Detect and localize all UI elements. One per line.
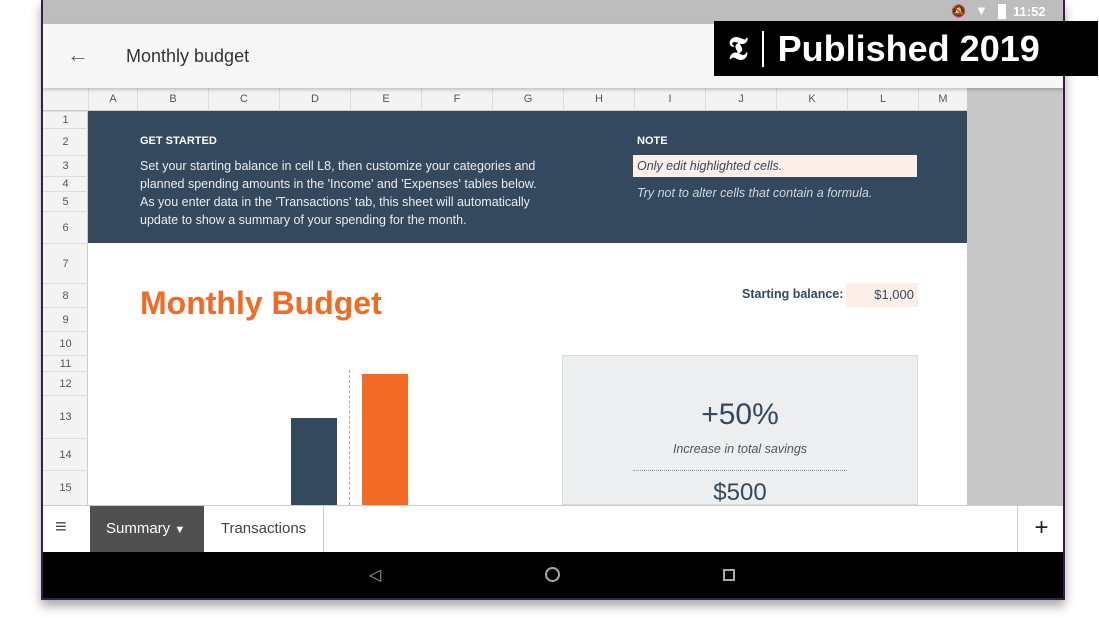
row-header[interactable]: 2 (43, 128, 88, 155)
row-header[interactable]: 1 (43, 111, 88, 128)
home-circle-icon[interactable] (545, 567, 560, 582)
note-text: Try not to alter cells that contain a fo… (637, 186, 873, 200)
row-header[interactable]: 13 (43, 395, 88, 438)
text-line: Set your starting balance in cell L8, th… (140, 159, 536, 173)
battery-icon (998, 4, 1006, 19)
notifications-off-icon: 🔕 (951, 4, 966, 18)
row-header[interactable]: 8 (43, 283, 88, 307)
note-heading: NOTE (637, 135, 668, 147)
get-started-text: Set your starting balance in cell L8, th… (140, 157, 537, 229)
wifi-icon: ▼ (975, 3, 988, 18)
summary-title: Monthly Budget (140, 285, 382, 321)
note-highlight-cell[interactable]: Only edit highlighted cells. (633, 155, 917, 177)
column-header[interactable]: F (421, 88, 492, 111)
row-header[interactable]: 11 (43, 355, 88, 371)
chart-bar (362, 374, 408, 505)
column-header[interactable]: K (776, 88, 847, 111)
column-header[interactable]: L (847, 88, 918, 111)
column-header[interactable]: I (634, 88, 705, 111)
recents-square-icon[interactable] (723, 569, 735, 581)
row-header[interactable]: 3 (43, 155, 88, 176)
divider (761, 30, 764, 67)
sheet-tab-bar: ≡ Summary ▼ Transactions + (43, 505, 1063, 552)
savings-card: +50% Increase in total savings $500 (562, 355, 918, 505)
row-header[interactable]: 10 (43, 331, 88, 355)
info-banner: GET STARTED Set your starting balance in… (88, 111, 967, 243)
tab-label: Summary (106, 520, 171, 537)
column-header[interactable]: D (279, 88, 350, 111)
starting-balance-input[interactable]: $1,000 (846, 283, 918, 307)
document-title: Monthly budget (126, 46, 250, 66)
list-icon[interactable]: ≡ (55, 516, 67, 539)
arrow-left-icon[interactable]: ← (67, 42, 89, 68)
badge-text: Published 2019 (777, 27, 1040, 69)
row-header[interactable]: 14 (43, 438, 88, 470)
column-header[interactable]: H (563, 88, 634, 111)
published-badge: 𝕿 Published 2019 (714, 21, 1098, 76)
text-line: planned spending amounts in the 'Income'… (140, 177, 537, 191)
row-header[interactable]: 15 (43, 470, 88, 505)
nyt-logo: 𝕿 (728, 29, 748, 67)
column-header[interactable]: A (88, 88, 137, 111)
stat2-value: $500 (713, 479, 767, 505)
plus-icon[interactable]: + (1017, 506, 1063, 552)
sheet-grid[interactable]: GET STARTED Set your starting balance in… (88, 111, 967, 505)
column-header[interactable]: M (918, 88, 967, 111)
stat-value: +50% (701, 398, 779, 431)
column-header[interactable]: G (492, 88, 563, 111)
chart-divider (349, 370, 350, 505)
tab-transactions[interactable]: Transactions (204, 506, 324, 552)
card-divider (633, 470, 847, 471)
column-header[interactable]: E (350, 88, 421, 111)
tablet-screen: 🔕 ▼ 11:52 ← Monthly budget ABCDEFGHIJKLM… (41, 0, 1065, 600)
caret-down-icon[interactable]: ▼ (174, 524, 185, 536)
column-headers: ABCDEFGHIJKLM (43, 88, 967, 111)
stat-label: Increase in total savings (672, 442, 808, 456)
row-header[interactable]: 7 (43, 243, 88, 283)
tab-summary[interactable]: Summary ▼ (90, 506, 204, 552)
row-header[interactable]: 6 (43, 211, 88, 243)
back-triangle-icon[interactable]: ◁ (369, 565, 381, 585)
row-header[interactable]: 9 (43, 307, 88, 331)
clock: 11:52 (1013, 4, 1046, 19)
navigation-bar: ◁ (43, 552, 1063, 598)
get-started-heading: GET STARTED (140, 135, 217, 147)
row-headers: 1 2 3 4 5 6 7 8 9 10 11 12 13 14 15 (43, 111, 88, 505)
sheet-margin (967, 88, 1063, 505)
text-line: update to show a summary of your spendin… (140, 213, 467, 227)
column-header[interactable]: B (137, 88, 208, 111)
column-header[interactable]: J (705, 88, 776, 111)
row-header[interactable]: 12 (43, 371, 88, 395)
row-header[interactable]: 5 (43, 191, 88, 211)
chart-bar (291, 417, 337, 505)
text-line: As you enter data in the 'Transactions' … (140, 195, 530, 209)
column-header[interactable]: C (208, 88, 279, 111)
starting-balance-label: Starting balance: (742, 287, 844, 301)
row-header[interactable]: 4 (43, 176, 88, 191)
